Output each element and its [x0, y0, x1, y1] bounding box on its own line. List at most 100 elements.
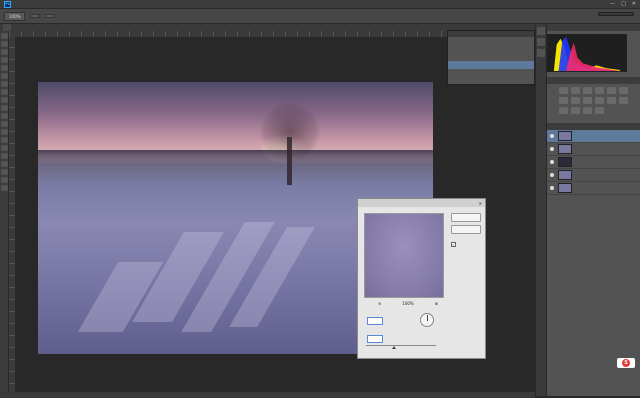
layer-row[interactable] [547, 156, 640, 169]
pen-tool-icon[interactable] [1, 145, 8, 151]
lasso-tool-icon[interactable] [1, 49, 8, 55]
adjustments-grid [547, 84, 640, 117]
healing-tool-icon[interactable] [1, 81, 8, 87]
selective-color-icon[interactable] [595, 107, 604, 114]
curves-icon[interactable] [583, 87, 592, 94]
eye-icon[interactable] [550, 173, 554, 177]
options-bar: 100% [0, 9, 640, 24]
fill-screen-button[interactable] [45, 14, 56, 18]
history-item-selected[interactable] [448, 61, 534, 69]
histogram-red [566, 42, 621, 71]
vibrance-icon[interactable] [607, 87, 616, 94]
threshold-icon[interactable] [571, 107, 580, 114]
path-select-tool-icon[interactable] [1, 161, 8, 167]
gradient-tool-icon[interactable] [1, 121, 8, 127]
preview-zoom-row: ⊖ 100% ⊕ [378, 301, 438, 306]
preview-checkbox[interactable]: ✓ [451, 242, 456, 247]
dodge-tool-icon[interactable] [1, 137, 8, 143]
brush-presets-icon[interactable] [537, 49, 545, 57]
eye-icon[interactable] [550, 134, 554, 138]
eye-icon[interactable] [550, 186, 554, 190]
invert-icon[interactable] [619, 97, 628, 104]
fit-screen-button[interactable] [30, 14, 41, 18]
hue-saturation-icon[interactable] [619, 87, 628, 94]
histogram-panel-header [547, 24, 640, 31]
ok-button[interactable] [451, 213, 481, 222]
stamp-tool-icon[interactable] [1, 97, 8, 103]
photo-filter-icon[interactable] [583, 97, 592, 104]
angle-input[interactable] [367, 317, 383, 325]
properties-icon[interactable] [537, 38, 545, 46]
black-white-icon[interactable] [571, 97, 580, 104]
layer-row[interactable] [547, 143, 640, 156]
tools-panel [0, 31, 9, 396]
filter-dialog: ✕ ⊖ 100% ⊕ ✓ [357, 198, 486, 359]
layer-thumbnail [558, 144, 572, 154]
filter-preview[interactable] [364, 213, 444, 298]
angle-row [364, 317, 386, 325]
adjustments-panel-header [547, 77, 640, 84]
exposure-icon[interactable] [595, 87, 604, 94]
angle-dial[interactable] [420, 313, 434, 327]
hand-tool-icon[interactable] [1, 177, 8, 183]
gradient-map-icon[interactable] [583, 107, 592, 114]
treeline [38, 150, 433, 166]
marquee-tool-icon[interactable] [1, 41, 8, 47]
zoom-out-icon[interactable]: ⊖ [378, 301, 381, 306]
history-item[interactable] [448, 37, 534, 45]
tree-trunk [287, 137, 292, 185]
eye-icon[interactable] [550, 147, 554, 151]
channel-mixer-icon[interactable] [595, 97, 604, 104]
history-item[interactable] [448, 45, 534, 53]
color-lookup-icon[interactable] [607, 97, 616, 104]
layers-panel-header [547, 123, 640, 130]
reset-button[interactable] [451, 225, 481, 234]
dialog-title-bar[interactable]: ✕ [358, 199, 485, 207]
blur-tool-icon[interactable] [1, 129, 8, 135]
levels-icon[interactable] [571, 87, 580, 94]
panel-icon-strip [535, 24, 546, 396]
layer-row[interactable] [547, 130, 640, 143]
workspace-select[interactable] [598, 12, 634, 16]
distance-slider-handle[interactable] [392, 346, 396, 349]
zoom-in-icon[interactable]: ⊕ [435, 301, 438, 306]
layer-row[interactable] [547, 169, 640, 182]
dialog-close-icon[interactable]: ✕ [479, 201, 482, 206]
shape-tool-icon[interactable] [1, 169, 8, 175]
brush-tool-icon[interactable] [1, 89, 8, 95]
window-controls: — □ ✕ [610, 1, 636, 7]
history-brush-tool-icon[interactable] [1, 105, 8, 111]
layer-thumbnail [558, 183, 572, 193]
crop-tool-icon[interactable] [1, 65, 8, 71]
layer-thumbnail [558, 157, 572, 167]
zoom-level[interactable]: 100% [4, 11, 26, 21]
layer-row[interactable] [547, 182, 640, 195]
eraser-tool-icon[interactable] [1, 113, 8, 119]
history-panel [447, 30, 535, 85]
zoom-tool-icon[interactable] [1, 185, 8, 191]
preview-zoom-level: 100% [402, 301, 414, 306]
eyedropper-tool-icon[interactable] [1, 73, 8, 79]
watermark-icon: S [622, 359, 630, 367]
close-icon[interactable]: ✕ [632, 1, 636, 7]
eye-icon[interactable] [550, 160, 554, 164]
document-tab[interactable] [3, 24, 11, 31]
right-panel-dock [547, 24, 640, 396]
history-icon[interactable] [537, 27, 545, 35]
posterize-icon[interactable] [559, 107, 568, 114]
minimize-icon[interactable]: — [610, 1, 615, 7]
move-tool-icon[interactable] [1, 33, 8, 39]
color-balance-icon[interactable] [559, 97, 568, 104]
brightness-icon[interactable] [559, 87, 568, 94]
layers-panel [547, 123, 640, 195]
preview-checkbox-row[interactable]: ✓ [451, 242, 458, 247]
layer-thumbnail [558, 131, 572, 141]
quick-select-tool-icon[interactable] [1, 57, 8, 63]
history-item[interactable] [448, 53, 534, 61]
layer-thumbnail [558, 170, 572, 180]
maximize-icon[interactable]: □ [621, 1, 626, 7]
type-tool-icon[interactable] [1, 153, 8, 159]
menu-bar: Ps — □ ✕ [0, 0, 640, 9]
distance-input[interactable] [367, 335, 383, 343]
distance-slider-track[interactable] [366, 345, 436, 346]
